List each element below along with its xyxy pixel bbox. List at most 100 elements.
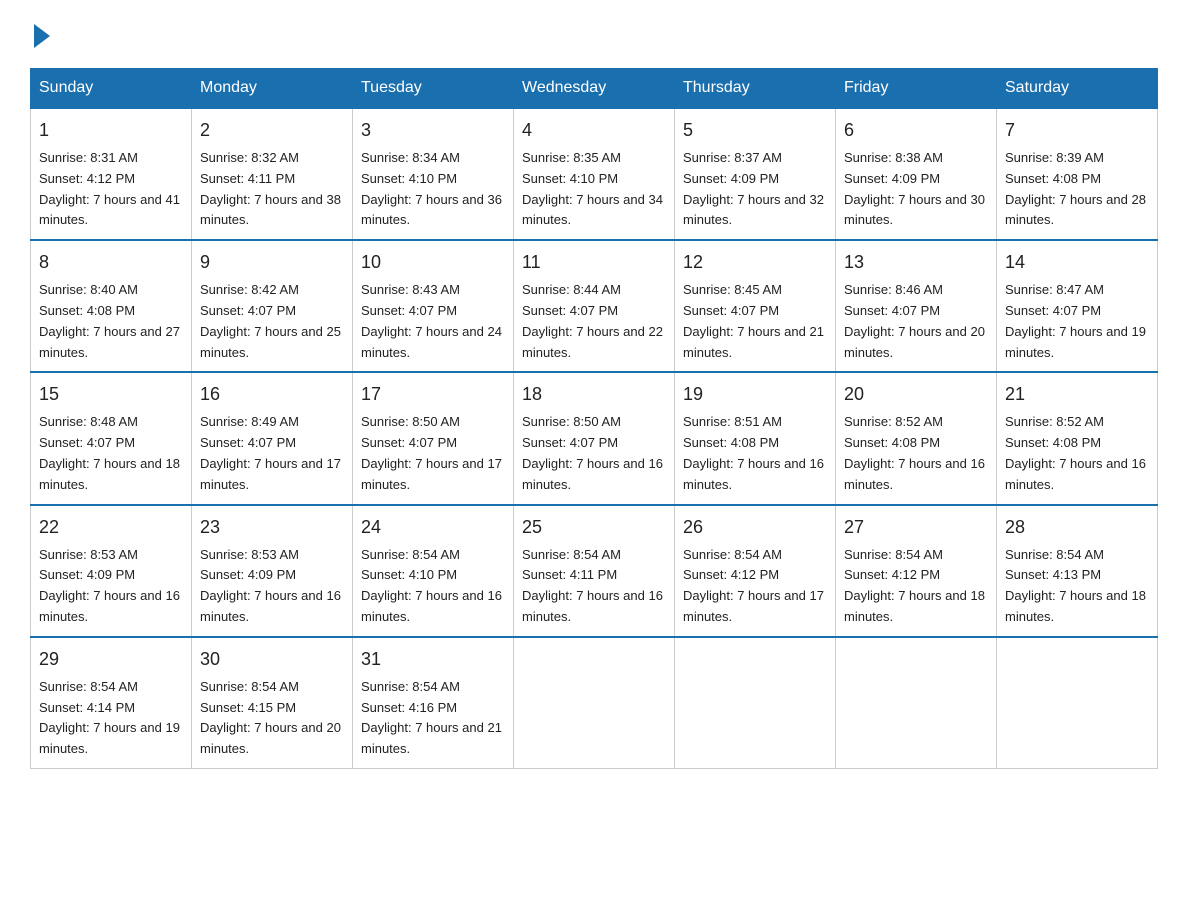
day-number: 10 bbox=[361, 249, 505, 276]
day-number: 15 bbox=[39, 381, 183, 408]
calendar-day-cell: 26 Sunrise: 8:54 AMSunset: 4:12 PMDaylig… bbox=[675, 505, 836, 637]
day-info: Sunrise: 8:52 AMSunset: 4:08 PMDaylight:… bbox=[844, 412, 988, 495]
day-number: 13 bbox=[844, 249, 988, 276]
day-info: Sunrise: 8:54 AMSunset: 4:10 PMDaylight:… bbox=[361, 545, 505, 628]
calendar-day-cell: 21 Sunrise: 8:52 AMSunset: 4:08 PMDaylig… bbox=[997, 372, 1158, 504]
day-number: 28 bbox=[1005, 514, 1149, 541]
day-info: Sunrise: 8:48 AMSunset: 4:07 PMDaylight:… bbox=[39, 412, 183, 495]
calendar-day-cell: 29 Sunrise: 8:54 AMSunset: 4:14 PMDaylig… bbox=[31, 637, 192, 769]
calendar-day-cell: 24 Sunrise: 8:54 AMSunset: 4:10 PMDaylig… bbox=[353, 505, 514, 637]
day-info: Sunrise: 8:54 AMSunset: 4:11 PMDaylight:… bbox=[522, 545, 666, 628]
day-number: 22 bbox=[39, 514, 183, 541]
day-info: Sunrise: 8:54 AMSunset: 4:12 PMDaylight:… bbox=[683, 545, 827, 628]
calendar-day-cell bbox=[836, 637, 997, 769]
day-number: 17 bbox=[361, 381, 505, 408]
day-number: 30 bbox=[200, 646, 344, 673]
day-number: 12 bbox=[683, 249, 827, 276]
day-number: 16 bbox=[200, 381, 344, 408]
day-number: 26 bbox=[683, 514, 827, 541]
calendar-day-cell: 1 Sunrise: 8:31 AMSunset: 4:12 PMDayligh… bbox=[31, 108, 192, 240]
day-number: 4 bbox=[522, 117, 666, 144]
calendar-day-cell: 13 Sunrise: 8:46 AMSunset: 4:07 PMDaylig… bbox=[836, 240, 997, 372]
day-info: Sunrise: 8:43 AMSunset: 4:07 PMDaylight:… bbox=[361, 280, 505, 363]
calendar-week-row: 29 Sunrise: 8:54 AMSunset: 4:14 PMDaylig… bbox=[31, 637, 1158, 769]
calendar-day-cell: 4 Sunrise: 8:35 AMSunset: 4:10 PMDayligh… bbox=[514, 108, 675, 240]
day-info: Sunrise: 8:31 AMSunset: 4:12 PMDaylight:… bbox=[39, 148, 183, 231]
calendar-day-cell: 15 Sunrise: 8:48 AMSunset: 4:07 PMDaylig… bbox=[31, 372, 192, 504]
day-info: Sunrise: 8:46 AMSunset: 4:07 PMDaylight:… bbox=[844, 280, 988, 363]
calendar-day-cell: 11 Sunrise: 8:44 AMSunset: 4:07 PMDaylig… bbox=[514, 240, 675, 372]
day-info: Sunrise: 8:37 AMSunset: 4:09 PMDaylight:… bbox=[683, 148, 827, 231]
calendar-week-row: 15 Sunrise: 8:48 AMSunset: 4:07 PMDaylig… bbox=[31, 372, 1158, 504]
calendar-day-cell: 9 Sunrise: 8:42 AMSunset: 4:07 PMDayligh… bbox=[192, 240, 353, 372]
day-info: Sunrise: 8:54 AMSunset: 4:16 PMDaylight:… bbox=[361, 677, 505, 760]
day-info: Sunrise: 8:42 AMSunset: 4:07 PMDaylight:… bbox=[200, 280, 344, 363]
calendar-day-cell: 7 Sunrise: 8:39 AMSunset: 4:08 PMDayligh… bbox=[997, 108, 1158, 240]
day-info: Sunrise: 8:39 AMSunset: 4:08 PMDaylight:… bbox=[1005, 148, 1149, 231]
calendar-day-cell: 25 Sunrise: 8:54 AMSunset: 4:11 PMDaylig… bbox=[514, 505, 675, 637]
day-info: Sunrise: 8:40 AMSunset: 4:08 PMDaylight:… bbox=[39, 280, 183, 363]
calendar-day-cell: 22 Sunrise: 8:53 AMSunset: 4:09 PMDaylig… bbox=[31, 505, 192, 637]
calendar-day-cell: 6 Sunrise: 8:38 AMSunset: 4:09 PMDayligh… bbox=[836, 108, 997, 240]
calendar-week-row: 22 Sunrise: 8:53 AMSunset: 4:09 PMDaylig… bbox=[31, 505, 1158, 637]
calendar-day-cell: 23 Sunrise: 8:53 AMSunset: 4:09 PMDaylig… bbox=[192, 505, 353, 637]
day-number: 8 bbox=[39, 249, 183, 276]
day-number: 20 bbox=[844, 381, 988, 408]
header-day-tuesday: Tuesday bbox=[353, 69, 514, 109]
calendar-day-cell: 10 Sunrise: 8:43 AMSunset: 4:07 PMDaylig… bbox=[353, 240, 514, 372]
calendar-day-cell: 18 Sunrise: 8:50 AMSunset: 4:07 PMDaylig… bbox=[514, 372, 675, 504]
day-info: Sunrise: 8:54 AMSunset: 4:14 PMDaylight:… bbox=[39, 677, 183, 760]
calendar-day-cell: 31 Sunrise: 8:54 AMSunset: 4:16 PMDaylig… bbox=[353, 637, 514, 769]
day-number: 5 bbox=[683, 117, 827, 144]
day-number: 27 bbox=[844, 514, 988, 541]
day-info: Sunrise: 8:32 AMSunset: 4:11 PMDaylight:… bbox=[200, 148, 344, 231]
day-info: Sunrise: 8:53 AMSunset: 4:09 PMDaylight:… bbox=[39, 545, 183, 628]
calendar-week-row: 1 Sunrise: 8:31 AMSunset: 4:12 PMDayligh… bbox=[31, 108, 1158, 240]
header-day-saturday: Saturday bbox=[997, 69, 1158, 109]
page-header bbox=[30, 20, 1158, 48]
day-info: Sunrise: 8:54 AMSunset: 4:13 PMDaylight:… bbox=[1005, 545, 1149, 628]
calendar-day-cell: 17 Sunrise: 8:50 AMSunset: 4:07 PMDaylig… bbox=[353, 372, 514, 504]
day-number: 14 bbox=[1005, 249, 1149, 276]
day-info: Sunrise: 8:35 AMSunset: 4:10 PMDaylight:… bbox=[522, 148, 666, 231]
calendar-day-cell: 8 Sunrise: 8:40 AMSunset: 4:08 PMDayligh… bbox=[31, 240, 192, 372]
header-day-wednesday: Wednesday bbox=[514, 69, 675, 109]
calendar-day-cell: 2 Sunrise: 8:32 AMSunset: 4:11 PMDayligh… bbox=[192, 108, 353, 240]
calendar-header-row: SundayMondayTuesdayWednesdayThursdayFrid… bbox=[31, 69, 1158, 109]
calendar-table: SundayMondayTuesdayWednesdayThursdayFrid… bbox=[30, 68, 1158, 769]
day-info: Sunrise: 8:44 AMSunset: 4:07 PMDaylight:… bbox=[522, 280, 666, 363]
calendar-day-cell: 16 Sunrise: 8:49 AMSunset: 4:07 PMDaylig… bbox=[192, 372, 353, 504]
day-number: 23 bbox=[200, 514, 344, 541]
calendar-day-cell: 27 Sunrise: 8:54 AMSunset: 4:12 PMDaylig… bbox=[836, 505, 997, 637]
header-day-friday: Friday bbox=[836, 69, 997, 109]
day-info: Sunrise: 8:50 AMSunset: 4:07 PMDaylight:… bbox=[361, 412, 505, 495]
day-number: 19 bbox=[683, 381, 827, 408]
day-number: 1 bbox=[39, 117, 183, 144]
calendar-day-cell bbox=[514, 637, 675, 769]
day-number: 2 bbox=[200, 117, 344, 144]
calendar-day-cell bbox=[997, 637, 1158, 769]
day-info: Sunrise: 8:54 AMSunset: 4:12 PMDaylight:… bbox=[844, 545, 988, 628]
day-number: 18 bbox=[522, 381, 666, 408]
logo-arrow-icon bbox=[34, 24, 50, 48]
calendar-day-cell: 28 Sunrise: 8:54 AMSunset: 4:13 PMDaylig… bbox=[997, 505, 1158, 637]
day-info: Sunrise: 8:52 AMSunset: 4:08 PMDaylight:… bbox=[1005, 412, 1149, 495]
day-info: Sunrise: 8:47 AMSunset: 4:07 PMDaylight:… bbox=[1005, 280, 1149, 363]
day-info: Sunrise: 8:53 AMSunset: 4:09 PMDaylight:… bbox=[200, 545, 344, 628]
day-number: 21 bbox=[1005, 381, 1149, 408]
day-number: 7 bbox=[1005, 117, 1149, 144]
calendar-day-cell: 12 Sunrise: 8:45 AMSunset: 4:07 PMDaylig… bbox=[675, 240, 836, 372]
calendar-day-cell: 20 Sunrise: 8:52 AMSunset: 4:08 PMDaylig… bbox=[836, 372, 997, 504]
day-info: Sunrise: 8:45 AMSunset: 4:07 PMDaylight:… bbox=[683, 280, 827, 363]
day-number: 31 bbox=[361, 646, 505, 673]
day-info: Sunrise: 8:54 AMSunset: 4:15 PMDaylight:… bbox=[200, 677, 344, 760]
day-number: 6 bbox=[844, 117, 988, 144]
header-day-thursday: Thursday bbox=[675, 69, 836, 109]
header-day-sunday: Sunday bbox=[31, 69, 192, 109]
calendar-day-cell bbox=[675, 637, 836, 769]
logo bbox=[30, 20, 54, 48]
day-number: 29 bbox=[39, 646, 183, 673]
day-info: Sunrise: 8:50 AMSunset: 4:07 PMDaylight:… bbox=[522, 412, 666, 495]
day-number: 25 bbox=[522, 514, 666, 541]
calendar-week-row: 8 Sunrise: 8:40 AMSunset: 4:08 PMDayligh… bbox=[31, 240, 1158, 372]
